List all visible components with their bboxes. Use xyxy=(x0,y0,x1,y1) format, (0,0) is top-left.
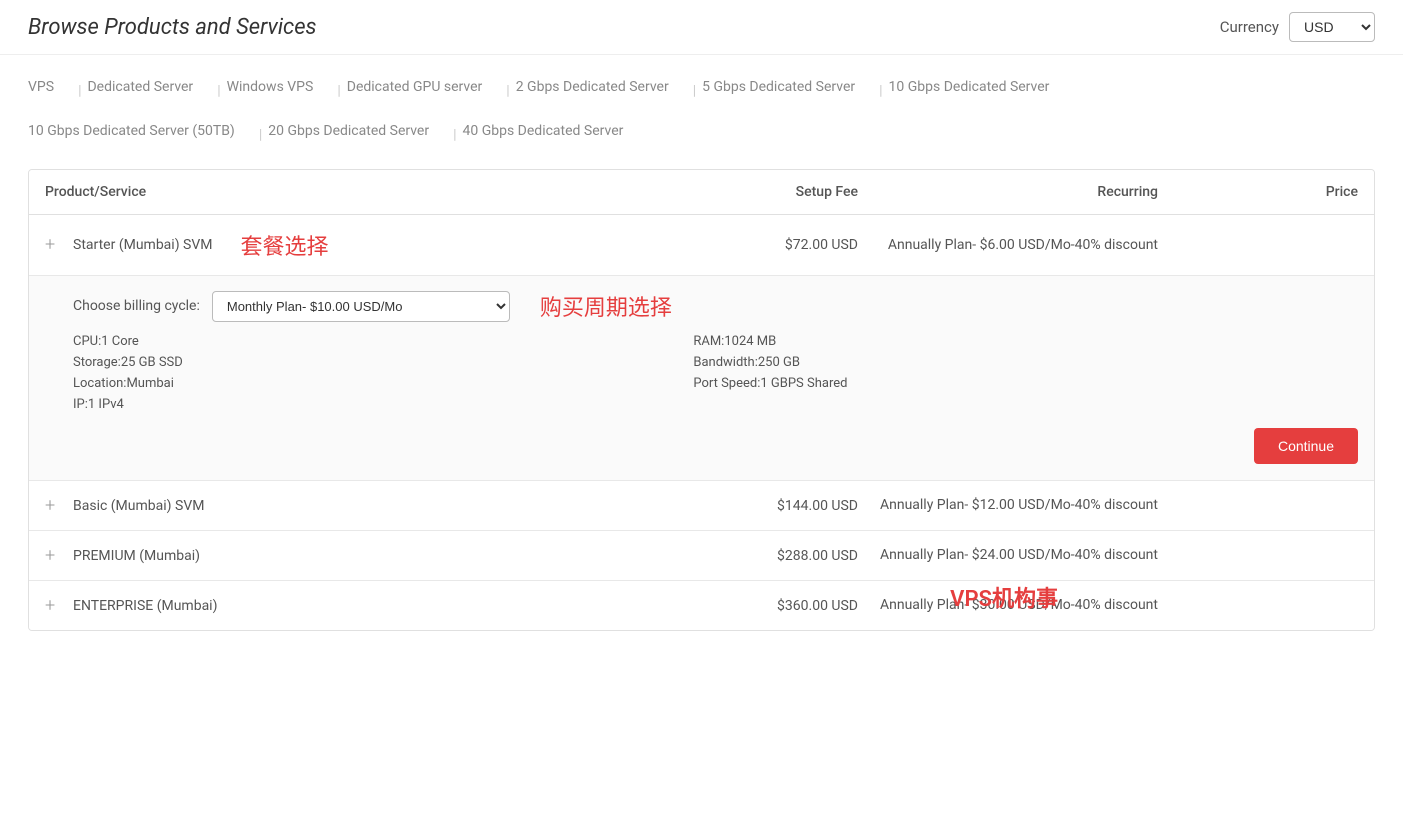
nav-tabs: VPS | Dedicated Server | Windows VPS | D… xyxy=(0,55,1403,153)
nav-tab-40gbps[interactable]: 40 Gbps Dedicated Server xyxy=(463,117,624,145)
spec-ip: IP:1 IPv4 xyxy=(73,395,693,414)
nav-tab-10gbps-50tb[interactable]: 10 Gbps Dedicated Server (50TB) xyxy=(28,117,235,145)
product-main-basic[interactable]: + Basic (Mumbai) SVM $144.00 USD Annuall… xyxy=(29,481,1374,530)
nav-divider-4: | xyxy=(506,83,509,99)
product-row-enterprise: + ENTERPRISE (Mumbai) $360.00 USD Annual… xyxy=(29,581,1374,630)
recurring-premium: Annually Plan- $24.00 USD/Mo-40% discoun… xyxy=(858,545,1158,566)
product-name-cell-premium: + PREMIUM (Mumbai) xyxy=(45,547,658,565)
product-name-cell-basic: + Basic (Mumbai) SVM xyxy=(45,497,658,515)
col-recurring: Recurring xyxy=(858,184,1158,200)
product-name-cell-enterprise: + ENTERPRISE (Mumbai) xyxy=(45,597,658,615)
product-name-premium: PREMIUM (Mumbai) xyxy=(73,548,200,564)
currency-select[interactable]: USD EUR GBP xyxy=(1289,12,1375,42)
product-row-premium: + PREMIUM (Mumbai) $288.00 USD Annually … xyxy=(29,531,1374,581)
header: Browse Products and Services Currency US… xyxy=(0,0,1403,55)
billing-cycle-select[interactable]: Monthly Plan- $10.00 USD/Mo Annually Pla… xyxy=(212,291,510,322)
nav-divider-3: | xyxy=(337,83,340,99)
col-product: Product/Service xyxy=(45,184,658,200)
continue-button[interactable]: Continue xyxy=(1254,428,1358,464)
spec-ram: RAM:1024 MB xyxy=(693,332,1358,351)
nav-tab-windows-vps[interactable]: Windows VPS xyxy=(227,73,314,101)
nav-tab-2gbps[interactable]: 2 Gbps Dedicated Server xyxy=(516,73,669,101)
col-price: Price xyxy=(1158,184,1358,200)
nav-divider-7: | xyxy=(259,127,262,143)
setup-fee-starter: $72.00 USD xyxy=(658,237,858,253)
nav-row1: VPS | Dedicated Server | Windows VPS | D… xyxy=(28,73,1067,109)
recurring-basic: Annually Plan- $12.00 USD/Mo-40% discoun… xyxy=(858,495,1158,516)
nav-divider-1: | xyxy=(78,83,81,99)
product-name-enterprise: ENTERPRISE (Mumbai) xyxy=(73,598,217,614)
nav-row2: 10 Gbps Dedicated Server (50TB) | 20 Gbp… xyxy=(28,117,1375,153)
setup-fee-premium: $288.00 USD xyxy=(658,548,858,564)
col-setup-fee: Setup Fee xyxy=(658,184,858,200)
products-table: Product/Service Setup Fee Recurring Pric… xyxy=(28,169,1375,631)
spec-location: Location:Mumbai xyxy=(73,374,693,393)
spec-cpu: CPU:1 Core xyxy=(73,332,693,351)
annotation-package-select: 套餐选择 xyxy=(241,229,329,261)
product-main-enterprise[interactable]: + ENTERPRISE (Mumbai) $360.00 USD Annual… xyxy=(29,581,1374,630)
product-name-starter: Starter (Mumbai) SVM xyxy=(73,237,213,253)
main-content: Product/Service Setup Fee Recurring Pric… xyxy=(0,153,1403,647)
product-main-premium[interactable]: + PREMIUM (Mumbai) $288.00 USD Annually … xyxy=(29,531,1374,580)
recurring-enterprise: Annually Plan- $30.00 USD/Mo-40% discoun… xyxy=(858,595,1158,616)
page-title: Browse Products and Services xyxy=(28,15,317,40)
product-main-starter[interactable]: + Starter (Mumbai) SVM 套餐选择 $72.00 USD A… xyxy=(29,215,1374,275)
plus-icon-starter: + xyxy=(45,236,63,254)
nav-divider-6: | xyxy=(879,83,882,99)
recurring-starter: Annually Plan- $6.00 USD/Mo-40% discount xyxy=(858,235,1158,256)
spec-storage: Storage:25 GB SSD xyxy=(73,353,693,372)
annotation-cycle: 购买周期选择 xyxy=(540,290,672,322)
currency-area: Currency USD EUR GBP xyxy=(1220,12,1375,42)
nav-tab-5gbps[interactable]: 5 Gbps Dedicated Server xyxy=(702,73,855,101)
plus-icon-enterprise: + xyxy=(45,597,63,615)
billing-cycle-row: Choose billing cycle: Monthly Plan- $10.… xyxy=(73,276,1358,332)
setup-fee-enterprise: $360.00 USD xyxy=(658,598,858,614)
continue-btn-area: Continue xyxy=(73,428,1358,480)
plus-icon-premium: + xyxy=(45,547,63,565)
nav-tab-gpu[interactable]: Dedicated GPU server xyxy=(347,73,483,101)
table-header: Product/Service Setup Fee Recurring Pric… xyxy=(29,170,1374,215)
nav-divider-8: | xyxy=(453,127,456,143)
nav-tab-vps[interactable]: VPS xyxy=(28,73,54,101)
spec-port-speed: Port Speed:1 GBPS Shared xyxy=(693,374,1358,393)
currency-label: Currency xyxy=(1220,18,1279,36)
spec-bandwidth: Bandwidth:250 GB xyxy=(693,353,1358,372)
nav-divider-2: | xyxy=(217,83,220,99)
plus-icon-basic: + xyxy=(45,497,63,515)
nav-tab-dedicated-server[interactable]: Dedicated Server xyxy=(87,73,193,101)
billing-cycle-label: Choose billing cycle: xyxy=(73,298,200,314)
setup-fee-basic: $144.00 USD xyxy=(658,498,858,514)
specs-grid: CPU:1 Core RAM:1024 MB Storage:25 GB SSD… xyxy=(73,332,1358,428)
nav-divider-5: | xyxy=(693,83,696,99)
product-name-cell-starter: + Starter (Mumbai) SVM 套餐选择 xyxy=(45,229,658,261)
nav-tab-20gbps[interactable]: 20 Gbps Dedicated Server xyxy=(268,117,429,145)
product-name-basic: Basic (Mumbai) SVM xyxy=(73,498,204,514)
nav-tab-10gbps[interactable]: 10 Gbps Dedicated Server xyxy=(889,73,1050,101)
product-row-basic: + Basic (Mumbai) SVM $144.00 USD Annuall… xyxy=(29,481,1374,531)
product-row-starter: + Starter (Mumbai) SVM 套餐选择 $72.00 USD A… xyxy=(29,215,1374,481)
annotation-vps: VPS机构事 xyxy=(950,583,1058,616)
product-expanded-starter: Choose billing cycle: Monthly Plan- $10.… xyxy=(29,275,1374,480)
